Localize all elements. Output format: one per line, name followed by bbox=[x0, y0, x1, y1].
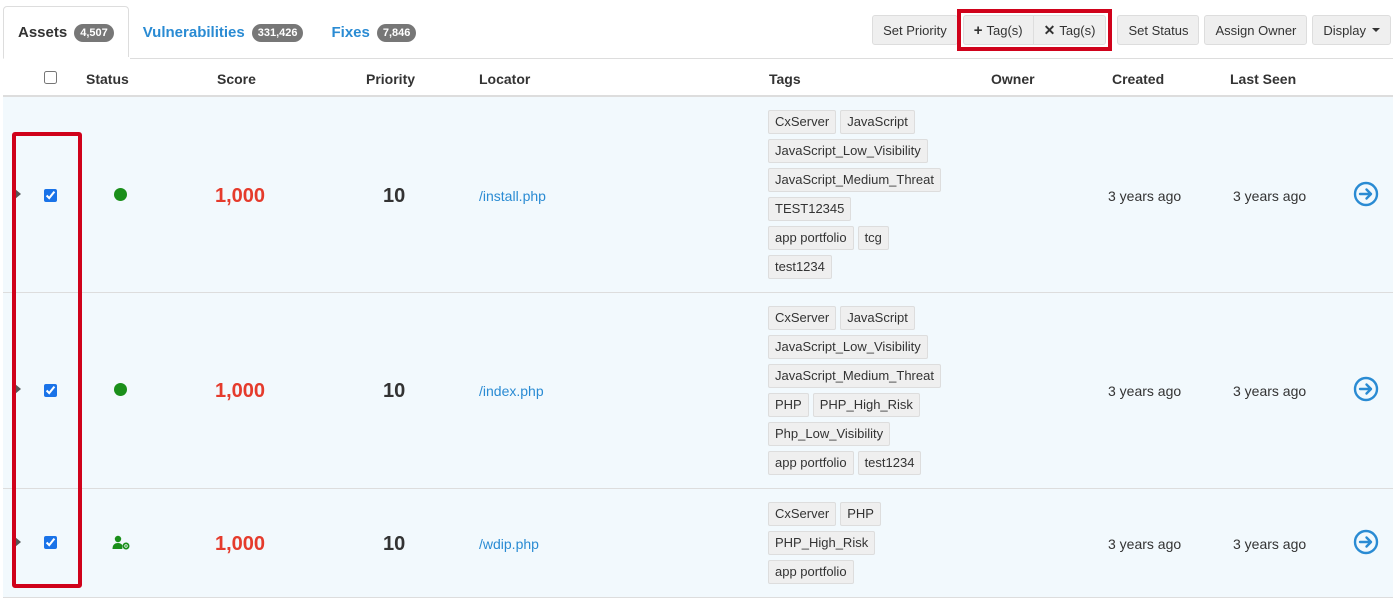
row-priority: 10 bbox=[383, 533, 406, 555]
tag-chip[interactable]: app portfolio bbox=[768, 451, 854, 475]
row-score: 1,000 bbox=[215, 185, 266, 207]
status-active-icon bbox=[114, 188, 127, 201]
row-checkbox[interactable] bbox=[44, 189, 57, 202]
tag-chip[interactable]: PHP_High_Risk bbox=[812, 393, 920, 417]
set-priority-button[interactable]: Set Priority bbox=[872, 15, 958, 45]
tag-chip[interactable]: PHP bbox=[768, 393, 809, 417]
col-status[interactable]: Status bbox=[86, 71, 129, 87]
remove-tags-label: Tag(s) bbox=[1059, 22, 1096, 38]
tag-chip[interactable]: JavaScript bbox=[840, 306, 915, 330]
assign-owner-button[interactable]: Assign Owner bbox=[1204, 15, 1308, 45]
set-status-button[interactable]: Set Status bbox=[1117, 15, 1200, 45]
tag-chip[interactable]: test1234 bbox=[857, 451, 922, 475]
row-last-seen: 3 years ago bbox=[1233, 383, 1307, 399]
tag-chip[interactable]: test1234 bbox=[768, 255, 832, 279]
row-last-seen: 3 years ago bbox=[1233, 536, 1307, 552]
tag-chip[interactable]: JavaScript_Medium_Threat bbox=[768, 168, 941, 192]
remove-tags-button[interactable]: ✕ Tag(s) bbox=[1033, 15, 1107, 45]
tag-chip[interactable]: JavaScript_Medium_Threat bbox=[768, 364, 941, 388]
row-score: 1,000 bbox=[215, 533, 266, 555]
row-tags: CxServer JavaScript JavaScript_Low_Visibi… bbox=[768, 110, 968, 284]
row-locator-link[interactable]: /wdip.php bbox=[479, 536, 539, 552]
tab-vulnerabilities[interactable]: Vulnerabilities 331,426 bbox=[129, 6, 318, 59]
row-priority: 10 bbox=[383, 185, 406, 207]
col-tags[interactable]: Tags bbox=[769, 71, 801, 87]
row-created: 3 years ago bbox=[1108, 536, 1182, 552]
tab-assets-label: Assets bbox=[18, 24, 68, 41]
tag-chip[interactable]: tcg bbox=[857, 226, 889, 250]
arrow-circle-right-icon[interactable] bbox=[1353, 181, 1379, 207]
plus-icon: + bbox=[973, 21, 983, 39]
add-tags-label: Tag(s) bbox=[986, 22, 1023, 38]
tag-chip[interactable]: PHP_High_Risk bbox=[768, 531, 876, 555]
arrow-circle-right-icon[interactable] bbox=[1353, 529, 1379, 555]
tag-chip[interactable]: JavaScript bbox=[840, 110, 915, 134]
arrow-circle-right-icon[interactable] bbox=[1353, 376, 1379, 402]
tag-chip[interactable]: JavaScript_Low_Visibility bbox=[768, 139, 928, 163]
tag-chip[interactable]: TEST12345 bbox=[768, 197, 852, 221]
expand-row-icon[interactable] bbox=[15, 189, 21, 199]
row-tags: CxServer PHP PHP_High_Risk app portfolio bbox=[768, 502, 968, 589]
col-priority[interactable]: Priority bbox=[366, 71, 415, 87]
tab-assets[interactable]: Assets 4,507 bbox=[3, 6, 129, 59]
tab-vulnerabilities-count: 331,426 bbox=[251, 23, 304, 42]
tab-vulnerabilities-label: Vulnerabilities bbox=[142, 24, 245, 41]
tag-chip[interactable]: CxServer bbox=[768, 502, 837, 526]
row-tags: CxServer JavaScript JavaScript_Low_Visibi… bbox=[768, 306, 968, 480]
user-gear-icon bbox=[112, 535, 130, 550]
row-locator-link[interactable]: /install.php bbox=[479, 188, 546, 204]
tag-chip[interactable]: PHP bbox=[840, 502, 881, 526]
col-owner[interactable]: Owner bbox=[991, 71, 1035, 87]
toolbar: Set Priority + Tag(s) ✕ Tag(s) Set Statu… bbox=[872, 9, 1391, 51]
tag-button-group: + Tag(s) ✕ Tag(s) bbox=[956, 9, 1113, 51]
display-dropdown-button[interactable]: Display bbox=[1312, 15, 1391, 45]
display-label: Display bbox=[1323, 22, 1366, 38]
tag-chip[interactable]: app portfolio bbox=[768, 560, 854, 584]
tag-chip[interactable]: CxServer bbox=[768, 306, 837, 330]
row-last-seen: 3 years ago bbox=[1233, 188, 1307, 204]
tab-fixes-count: 7,846 bbox=[376, 23, 417, 42]
table-header: Status Score Priority Locator Tags Owner… bbox=[3, 59, 1393, 97]
times-icon: ✕ bbox=[1043, 21, 1056, 38]
row-locator-link[interactable]: /index.php bbox=[479, 383, 544, 399]
select-all-checkbox[interactable] bbox=[44, 71, 57, 84]
table-row[interactable]: 1,000 10 /index.php CxServer JavaScript J… bbox=[3, 293, 1393, 489]
col-locator[interactable]: Locator bbox=[479, 71, 530, 87]
row-created: 3 years ago bbox=[1108, 383, 1182, 399]
col-created[interactable]: Created bbox=[1112, 71, 1164, 87]
status-active-icon bbox=[114, 383, 127, 396]
tab-fixes-label: Fixes bbox=[331, 24, 370, 41]
tag-chip[interactable]: Php_Low_Visibility bbox=[768, 422, 891, 446]
row-checkbox[interactable] bbox=[44, 536, 57, 549]
expand-row-icon[interactable] bbox=[15, 537, 21, 547]
caret-down-icon bbox=[1372, 28, 1380, 32]
row-created: 3 years ago bbox=[1108, 188, 1182, 204]
col-last-seen[interactable]: Last Seen bbox=[1230, 71, 1296, 87]
tag-chip[interactable]: app portfolio bbox=[768, 226, 854, 250]
expand-row-icon[interactable] bbox=[15, 384, 21, 394]
add-tags-button[interactable]: + Tag(s) bbox=[962, 15, 1034, 45]
tab-fixes[interactable]: Fixes 7,846 bbox=[317, 6, 430, 59]
table-row[interactable]: 1,000 10 /wdip.php CxServer PHP PHP_High_… bbox=[3, 489, 1393, 598]
tab-bar: Assets 4,507 Vulnerabilities 331,426 Fix… bbox=[3, 6, 430, 59]
row-priority: 10 bbox=[383, 380, 406, 402]
col-score[interactable]: Score bbox=[217, 71, 256, 87]
tag-chip[interactable]: JavaScript_Low_Visibility bbox=[768, 335, 928, 359]
tag-chip[interactable]: CxServer bbox=[768, 110, 837, 134]
table-row[interactable]: 1,000 10 /install.php CxServer JavaScript… bbox=[3, 97, 1393, 293]
tab-assets-count: 4,507 bbox=[74, 23, 114, 42]
assets-table: Status Score Priority Locator Tags Owner… bbox=[3, 59, 1393, 598]
row-checkbox[interactable] bbox=[44, 384, 57, 397]
row-score: 1,000 bbox=[215, 380, 266, 402]
